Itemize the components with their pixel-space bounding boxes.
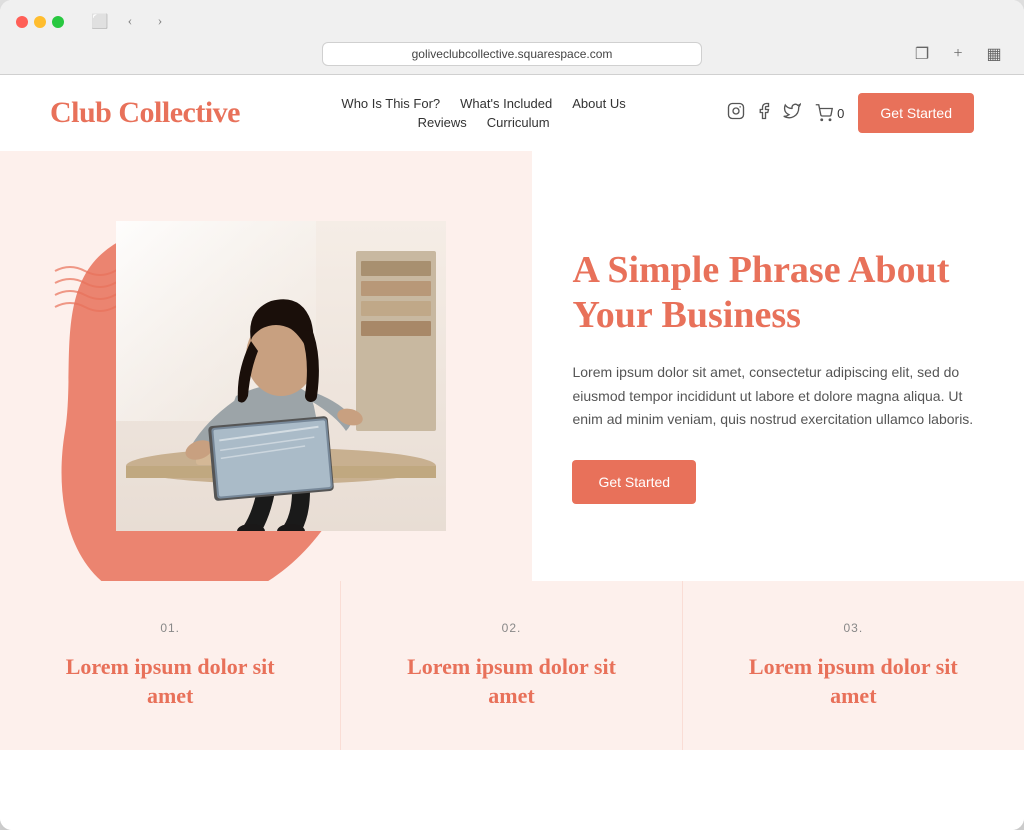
sidebar-toggle[interactable]: ⬜ bbox=[88, 10, 112, 34]
features-section: 01. Lorem ipsum dolor sit amet 02. Lorem… bbox=[0, 581, 1024, 750]
site-logo: Club Collective bbox=[50, 96, 240, 130]
nav-row-2: Reviews Curriculum bbox=[418, 115, 550, 130]
maximize-button[interactable] bbox=[52, 16, 64, 28]
nav-curriculum[interactable]: Curriculum bbox=[487, 115, 550, 130]
nav-about-us[interactable]: About Us bbox=[572, 96, 625, 111]
close-button[interactable] bbox=[16, 16, 28, 28]
hero-section: A Simple Phrase About Your Business Lore… bbox=[0, 151, 1024, 581]
website-content: Club Collective Who Is This For? What's … bbox=[0, 75, 1024, 830]
share-button[interactable]: ❐ bbox=[908, 40, 936, 68]
facebook-icon[interactable] bbox=[755, 102, 773, 125]
browser-window: ⬜ ‹ › goliveclubcollective.squarespace.c… bbox=[0, 0, 1024, 830]
header-right: 0 Get Started bbox=[727, 93, 974, 133]
cart-button[interactable]: 0 bbox=[815, 104, 844, 122]
feature-card-2: 02. Lorem ipsum dolor sit amet bbox=[341, 581, 682, 750]
instagram-icon[interactable] bbox=[727, 102, 745, 125]
new-tab-button[interactable]: + bbox=[944, 40, 972, 68]
browser-controls: ⬜ ‹ › bbox=[16, 10, 1008, 34]
forward-button[interactable]: › bbox=[148, 10, 172, 34]
hero-right: A Simple Phrase About Your Business Lore… bbox=[532, 151, 1024, 581]
tabs-button[interactable]: ▦ bbox=[980, 40, 1008, 68]
hero-cta-button[interactable]: Get Started bbox=[572, 460, 696, 504]
minimize-button[interactable] bbox=[34, 16, 46, 28]
nav-row-1: Who Is This For? What's Included About U… bbox=[341, 96, 625, 111]
person-scene bbox=[116, 221, 446, 531]
browser-nav: ⬜ ‹ › bbox=[88, 10, 172, 34]
feature-card-3: 03. Lorem ipsum dolor sit amet bbox=[683, 581, 1024, 750]
site-nav: Who Is This For? What's Included About U… bbox=[341, 96, 625, 130]
header-get-started-button[interactable]: Get Started bbox=[858, 93, 974, 133]
feature-number-1: 01. bbox=[50, 621, 290, 635]
address-bar[interactable]: goliveclubcollective.squarespace.com bbox=[322, 42, 702, 66]
feature-title-2: Lorem ipsum dolor sit amet bbox=[391, 653, 631, 710]
hero-left bbox=[0, 151, 532, 581]
hero-body-text: Lorem ipsum dolor sit amet, consectetur … bbox=[572, 361, 974, 432]
nav-whats-included[interactable]: What's Included bbox=[460, 96, 552, 111]
browser-actions: ❐ + ▦ bbox=[908, 40, 1008, 68]
feature-number-2: 02. bbox=[391, 621, 631, 635]
hero-photo bbox=[116, 221, 446, 531]
site-header: Club Collective Who Is This For? What's … bbox=[0, 75, 1024, 151]
browser-chrome: ⬜ ‹ › goliveclubcollective.squarespace.c… bbox=[0, 0, 1024, 75]
nav-who-is-this-for[interactable]: Who Is This For? bbox=[341, 96, 440, 111]
feature-card-1: 01. Lorem ipsum dolor sit amet bbox=[0, 581, 341, 750]
feature-number-3: 03. bbox=[733, 621, 974, 635]
traffic-lights bbox=[16, 16, 64, 28]
back-button[interactable]: ‹ bbox=[118, 10, 142, 34]
cart-count: 0 bbox=[837, 106, 844, 121]
nav-reviews[interactable]: Reviews bbox=[418, 115, 467, 130]
feature-title-3: Lorem ipsum dolor sit amet bbox=[733, 653, 974, 710]
hero-headline: A Simple Phrase About Your Business bbox=[572, 248, 974, 339]
twitter-icon[interactable] bbox=[783, 102, 801, 125]
feature-title-1: Lorem ipsum dolor sit amet bbox=[50, 653, 290, 710]
social-icons bbox=[727, 102, 801, 125]
address-bar-row: goliveclubcollective.squarespace.com ❐ +… bbox=[16, 42, 1008, 66]
